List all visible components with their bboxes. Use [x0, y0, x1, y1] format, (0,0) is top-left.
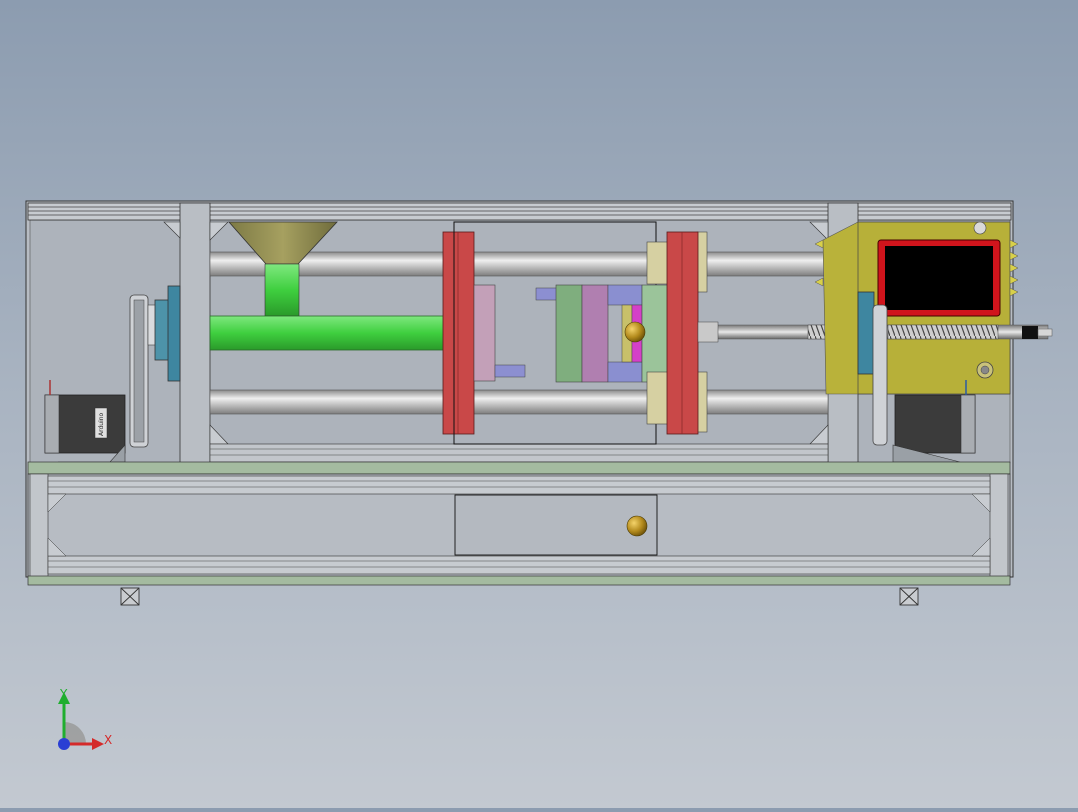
- moving-platen: [666, 231, 699, 435]
- machine-drawing: Arduino: [25, 200, 1053, 606]
- mould-stack: [535, 284, 669, 383]
- drawer-knob: [626, 515, 648, 537]
- base-shelf: [27, 461, 1011, 475]
- motor-label: Arduino: [98, 412, 105, 436]
- top-rail: [27, 202, 1012, 221]
- cad-viewport[interactable]: Arduino Y X: [0, 0, 1078, 808]
- x-axis-label: X: [104, 733, 112, 747]
- tie-rod-lower: [209, 389, 829, 415]
- drawer-front: [454, 494, 658, 556]
- x-axis-arrow: [92, 738, 104, 750]
- fixed-platen: [442, 231, 475, 435]
- foot-right: [899, 587, 919, 606]
- orientation-triad[interactable]: Y X: [44, 682, 124, 762]
- lcd-screen: [885, 246, 993, 310]
- floor-plate: [27, 575, 1011, 586]
- hopper-neck: [264, 263, 300, 317]
- mid-rail: [209, 443, 829, 463]
- lead-screw-thread-b: [887, 324, 999, 340]
- mould-knob: [624, 321, 646, 343]
- z-axis-dot: [58, 738, 70, 750]
- foot-left: [120, 587, 140, 606]
- injection-barrel: [209, 315, 447, 351]
- post-left: [179, 202, 211, 466]
- y-axis-label: Y: [59, 687, 68, 701]
